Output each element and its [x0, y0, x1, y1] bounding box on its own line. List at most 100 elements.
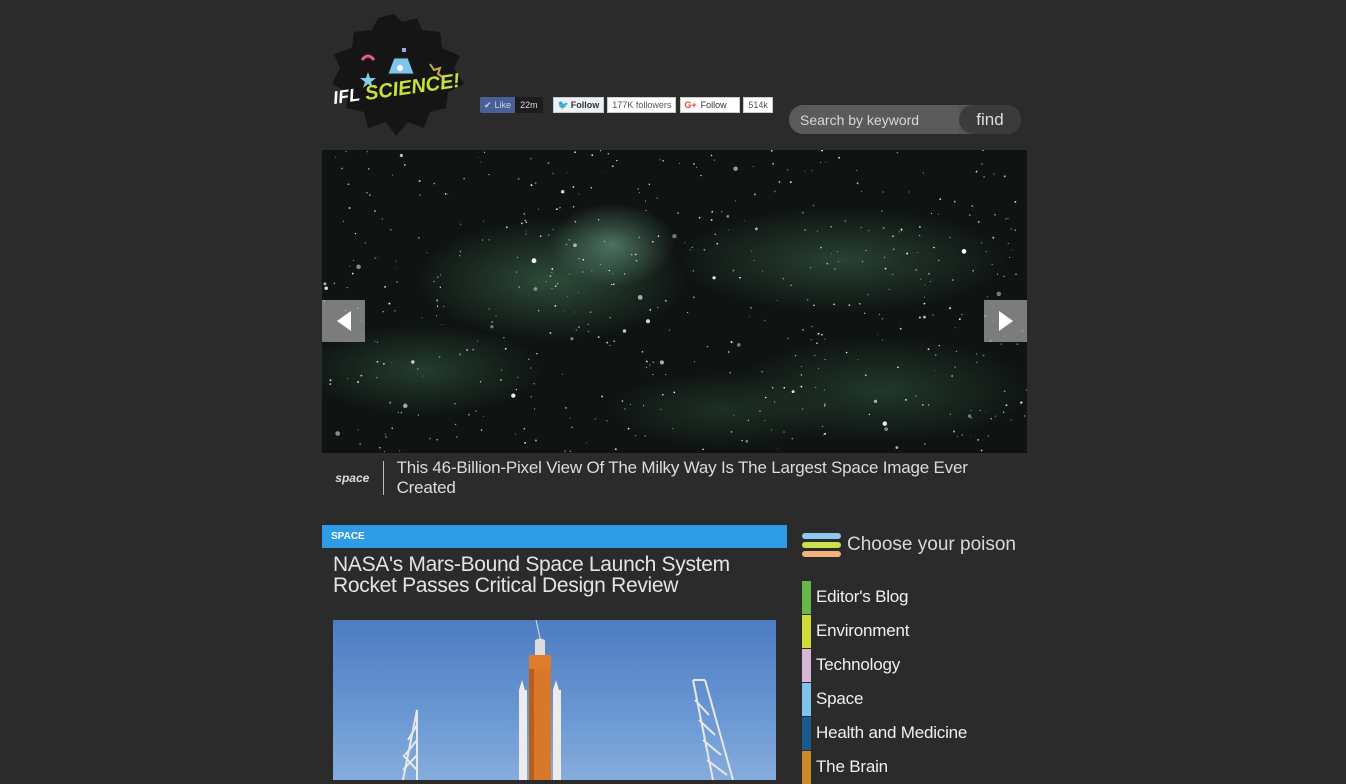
twitter-follow-button[interactable]: 🐦 Follow	[552, 97, 605, 113]
sidebar-item-the-brain[interactable]: The Brain	[802, 750, 967, 784]
star	[939, 198, 942, 200]
star	[811, 170, 813, 172]
star	[645, 360, 648, 363]
star	[353, 259, 355, 261]
star	[440, 274, 442, 276]
search-input[interactable]	[789, 105, 959, 134]
star	[826, 262, 829, 265]
star	[606, 420, 608, 422]
star	[770, 150, 773, 152]
iflscience-logo[interactable]: IFL SCIENCE!	[322, 8, 472, 143]
star	[1009, 257, 1011, 258]
star	[606, 341, 609, 344]
star	[478, 156, 479, 158]
sidebar-item-space[interactable]: Space	[802, 682, 967, 716]
hero-caption[interactable]: space This 46-Billion-Pixel View Of The …	[322, 458, 1027, 498]
article-title-link[interactable]: NASA's Mars-Bound Space Launch System Ro…	[333, 554, 763, 596]
facebook-like-button[interactable]: ✔ Like	[480, 97, 516, 113]
star	[821, 150, 823, 152]
star	[698, 216, 701, 219]
star	[754, 227, 758, 231]
star	[552, 228, 554, 230]
sidebar-item-environment[interactable]: Environment	[802, 614, 967, 648]
star	[490, 325, 494, 329]
star	[997, 273, 999, 275]
star	[802, 211, 804, 214]
star	[662, 159, 665, 162]
star	[574, 151, 576, 154]
sidebar-item-label: The Brain	[816, 757, 888, 776]
star	[394, 268, 396, 270]
star	[351, 272, 354, 275]
stripe-blue	[802, 533, 841, 539]
star	[762, 270, 764, 272]
star	[739, 276, 741, 279]
star	[1003, 275, 1005, 278]
star	[391, 362, 393, 364]
star	[970, 435, 971, 437]
facebook-like-widget[interactable]: ✔ Like 22m	[480, 97, 543, 113]
star	[590, 187, 593, 189]
star	[727, 351, 730, 353]
star	[518, 286, 520, 288]
star	[379, 446, 381, 449]
star	[524, 442, 526, 444]
hero-category-label[interactable]: space	[322, 471, 383, 485]
star	[374, 257, 376, 259]
star	[749, 316, 751, 318]
social-buttons: ✔ Like 22m 🐦 Follow 177K followers G+ Fo…	[480, 97, 773, 113]
star	[920, 278, 922, 280]
gplus-follow-button[interactable]: G+ Follow	[680, 97, 741, 113]
star	[472, 348, 475, 351]
star	[1023, 415, 1026, 417]
search-find-button[interactable]: find	[959, 105, 1021, 134]
twitter-follow-widget[interactable]: 🐦 Follow 177K followers	[552, 97, 677, 113]
star	[710, 154, 713, 157]
star	[614, 448, 617, 451]
star	[599, 150, 602, 152]
star	[881, 210, 883, 212]
category-color-bar	[802, 750, 811, 784]
star	[982, 354, 985, 357]
star	[475, 410, 477, 412]
star	[582, 258, 585, 261]
sidebar-item-editors-blog[interactable]: Editor's Blog	[802, 580, 967, 614]
star	[534, 408, 536, 410]
star	[438, 355, 441, 358]
gplus-follow-widget[interactable]: G+ Follow 514k	[680, 97, 773, 113]
star	[861, 260, 864, 263]
star	[572, 205, 575, 208]
star	[483, 151, 486, 154]
star	[403, 403, 408, 409]
star	[366, 192, 368, 194]
star	[753, 259, 755, 262]
hero-slider-image[interactable]	[322, 150, 1027, 453]
star	[892, 235, 894, 237]
star	[729, 371, 731, 374]
star	[884, 267, 887, 270]
star	[865, 249, 867, 252]
article-category-bar[interactable]: SPACE	[322, 525, 787, 548]
sidebar-item-technology[interactable]: Technology	[802, 648, 967, 682]
star	[459, 250, 462, 253]
star	[917, 252, 919, 254]
slider-prev-button[interactable]	[322, 300, 365, 342]
star	[349, 265, 351, 268]
star	[810, 339, 812, 341]
hero-title-link[interactable]: This 46-Billion-Pixel View Of The Milky …	[384, 458, 1027, 498]
star	[970, 417, 972, 419]
star	[975, 170, 978, 173]
star	[1010, 419, 1012, 421]
star	[403, 164, 406, 166]
star	[566, 172, 568, 174]
sidebar-item-label: Editor's Blog	[816, 587, 909, 606]
star	[863, 312, 866, 315]
star	[376, 341, 379, 343]
slider-next-button[interactable]	[984, 300, 1027, 342]
star	[782, 277, 785, 280]
star	[602, 171, 604, 173]
star	[552, 172, 554, 175]
star	[994, 415, 997, 417]
sidebar-item-health-and-medicine[interactable]: Health and Medicine	[802, 716, 967, 750]
article-rocket-image[interactable]	[333, 620, 776, 780]
